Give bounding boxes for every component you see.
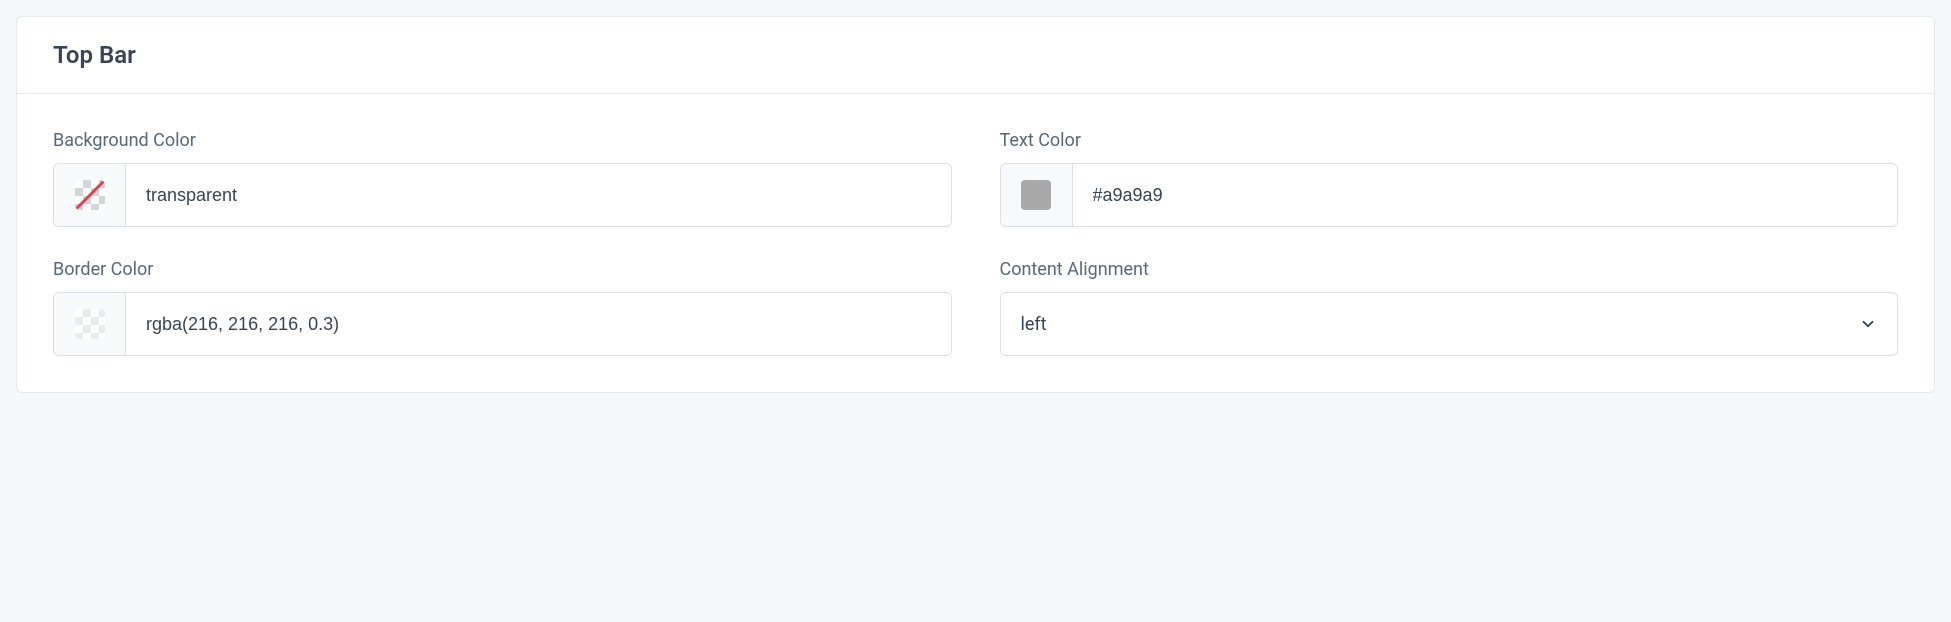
background-color-input-group bbox=[53, 163, 952, 227]
panel-body: Background Color Text Color bbox=[17, 94, 1934, 392]
text-color-input-group bbox=[1000, 163, 1899, 227]
top-bar-panel: Top Bar Background Color Text Color bbox=[16, 16, 1935, 393]
content-alignment-field: Content Alignment left bbox=[1000, 259, 1899, 356]
border-color-swatch-button[interactable] bbox=[54, 293, 126, 355]
text-color-field: Text Color bbox=[1000, 130, 1899, 227]
text-color-swatch-button[interactable] bbox=[1001, 164, 1073, 226]
content-alignment-value: left bbox=[1021, 314, 1860, 335]
color-swatch-icon bbox=[1021, 180, 1051, 210]
semi-transparent-swatch-icon bbox=[75, 309, 105, 339]
border-color-label: Border Color bbox=[53, 259, 952, 280]
text-color-input[interactable] bbox=[1073, 164, 1898, 226]
background-color-input[interactable] bbox=[126, 164, 951, 226]
panel-header: Top Bar bbox=[17, 17, 1934, 94]
content-alignment-label: Content Alignment bbox=[1000, 259, 1899, 280]
border-color-input-group bbox=[53, 292, 952, 356]
background-color-label: Background Color bbox=[53, 130, 952, 151]
border-color-input[interactable] bbox=[126, 293, 951, 355]
background-color-swatch-button[interactable] bbox=[54, 164, 126, 226]
chevron-down-icon bbox=[1859, 315, 1877, 333]
background-color-field: Background Color bbox=[53, 130, 952, 227]
panel-title: Top Bar bbox=[53, 41, 1898, 69]
transparent-swatch-icon bbox=[75, 180, 105, 210]
text-color-label: Text Color bbox=[1000, 130, 1899, 151]
border-color-field: Border Color bbox=[53, 259, 952, 356]
content-alignment-select[interactable]: left bbox=[1000, 292, 1899, 356]
